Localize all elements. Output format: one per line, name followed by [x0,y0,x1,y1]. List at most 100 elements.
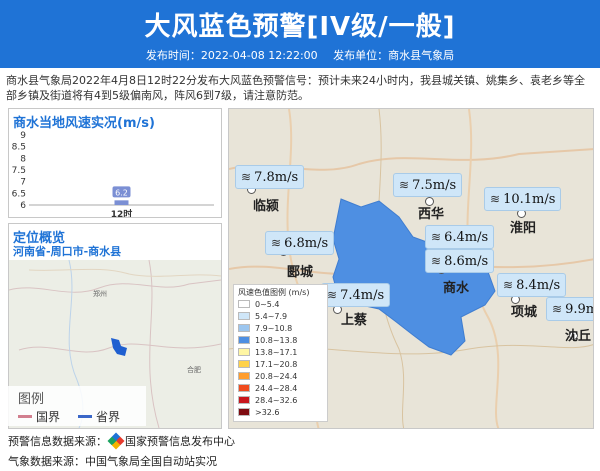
wind-value: 6.4m/s [444,229,489,245]
wind-legend-label: 17.1~20.8 [255,359,298,369]
wind-icon: ≋ [327,288,338,302]
wind-icon: ≋ [490,192,501,206]
wind-legend-label: 28.4~32.6 [255,395,298,405]
city-shenqiu: 沈丘 [565,329,592,344]
wind-legend-item: 24.4~28.4 [238,383,297,393]
wind-speed-chart: 9 8.58 7.5 76.5 6 6.2 12时 [12,131,214,217]
footer-source-weather: 气象数据来源：中国气象局全国自动站实况 [8,455,217,468]
wind-value: 10.1m/s [503,191,556,207]
wind-legend-item: 0~5.4 [238,299,280,309]
y-tick-label: 6.5 [12,189,26,199]
wind-legend-item: 28.4~32.6 [238,395,297,405]
warning-meta: 发布时间：2022-04-08 12:22:00 发布单位：商水县气象局 [0,47,600,63]
y-tick-label: 7 [20,178,26,188]
wind-legend-swatch [238,300,250,308]
wind-legend-label: 20.8~24.4 [255,371,298,381]
legend-title: 图例 [18,392,45,407]
wind-label-linying[interactable]: ≋ 7.8m/s [235,165,305,189]
wind-legend-label: 13.8~17.1 [255,347,298,357]
wind-legend-item: 5.4~7.9 [238,311,287,321]
wind-legend-item: 17.1~20.8 [238,359,297,369]
wind-label-shenqiu[interactable]: ≋9.9m/s [546,297,593,321]
wind-value: 7.8m/s [254,169,299,185]
national-border-swatch [18,415,32,418]
wind-label-north-shangshui[interactable]: ≋ 6.4m/s [425,225,495,249]
provincial-border-label: 省界 [96,410,121,424]
wind-legend-swatch [238,360,250,368]
location-path: 河南省-周口市-商水县 [13,245,122,258]
wind-value: 7.4m/s [340,287,385,303]
legend-provincial-border: 省界 [78,408,120,425]
wind-icon: ≋ [431,254,442,268]
city-xihua: 西华 [418,207,445,222]
wind-legend-swatch [238,384,250,392]
wind-label-shangshui[interactable]: ≋ 8.6m/s [425,249,495,273]
wind-legend-swatch [238,324,250,332]
wind-legend-swatch [238,372,250,380]
publish-time: 发布时间：2022-04-08 12:22:00 [145,49,318,62]
city-shangshui: 商水 [443,281,470,296]
y-tick-label: 7.5 [12,166,26,176]
wind-legend-item: 20.8~24.4 [238,371,297,381]
national-border-label: 国界 [36,410,61,424]
wind-legend-label: >32.6 [255,407,280,417]
nwic-logo-icon [107,432,125,450]
wind-legend-label: 5.4~7.9 [255,311,288,321]
footer-source-warning: 预警信息数据来源： 国家预警信息发布中心 [8,432,235,450]
wind-legend-swatch [238,408,250,416]
y-tick-label: 6 [20,201,26,211]
wind-label-shangcai[interactable]: ≋ 7.4m/s [321,283,391,307]
wind-value: 6.8m/s [284,235,329,251]
wind-legend-swatch [238,396,250,404]
wind-legend-item: 7.9~10.8 [238,323,292,333]
wind-legend-title: 风速色值图例 (m/s) [238,288,310,297]
wind-value: 8.6m/s [444,253,489,269]
overview-legend: 图例 国界 省界 [6,386,146,426]
wind-legend-label: 24.4~28.4 [255,383,298,393]
map-label-hefei: 合肥 [187,365,201,374]
x-tick-label: 12时 [111,208,133,217]
wind-label-huaiyang[interactable]: ≋ 10.1m/s [484,187,562,211]
wind-speed-panel: 商水当地风速实况(m/s) 9 8.5 8 7.5 7 6.5 6 6.2 12时 [8,108,222,218]
wind-label-xihua[interactable]: ≋ 7.5m/s [393,173,463,197]
wind-legend-label: 7.9~10.8 [255,323,293,333]
wind-legend-swatch [238,348,250,356]
wind-value: 8.4m/s [516,277,561,293]
wind-legend-swatch [238,312,250,320]
wind-legend-item: 13.8~17.1 [238,347,297,357]
wind-color-legend: 风速色值图例 (m/s) 0~5.4 5.4~7.9 7.9~10.8 10.8~13… [233,284,328,422]
wind-icon: ≋ [552,302,563,316]
wind-icon: ≋ [503,278,514,292]
city-linying: 临颍 [253,199,280,214]
wind-value: 9.9m/s [565,301,593,317]
wind-icon: ≋ [431,230,442,244]
y-tick-label: 8.5 [12,143,26,153]
source1-value[interactable]: 国家预警信息发布中心 [125,433,235,449]
warning-header: 大风蓝色预警[IV级/一般] 发布时间：2022-04-08 12:22:00 … [0,0,600,68]
wind-legend-label: 10.8~13.8 [255,335,298,345]
wind-bar-value-label: 6.2 [115,188,128,197]
city-shangcai: 上蔡 [341,313,368,328]
provincial-border-swatch [78,415,92,418]
publisher: 发布单位：商水县气象局 [333,49,455,62]
warning-title: 大风蓝色预警[IV级/一般] [144,12,456,42]
city-yancheng: 郾城 [287,265,314,280]
wind-icon: ≋ [241,170,252,184]
city-huaiyang: 淮阳 [510,221,537,236]
wind-legend-item: 10.8~13.8 [238,335,297,345]
y-tick-label: 9 [20,131,26,141]
wind-legend-swatch [238,336,250,344]
city-xiangcheng: 项城 [511,305,538,320]
legend-national-border: 国界 [18,408,60,425]
map-label-zhengzhou: 郑州 [93,290,107,298]
y-tick-label: 8 [20,154,26,164]
wind-bar[interactable] [114,200,129,205]
wind-label-xiangcheng[interactable]: ≋ 8.4m/s [497,273,567,297]
warning-description: 商水县气象局2022年4月8日12时22分发布大风蓝色预警信号：预计未来24小时… [6,74,585,102]
wind-icon: ≋ [399,178,410,192]
wind-label-yancheng[interactable]: ≋ 6.8m/s [265,231,335,255]
source1-label: 预警信息数据来源： [8,435,107,448]
wind-icon: ≋ [271,236,282,250]
wind-legend-label: 0~5.4 [255,299,280,309]
wind-legend-item: >32.6 [238,407,280,417]
